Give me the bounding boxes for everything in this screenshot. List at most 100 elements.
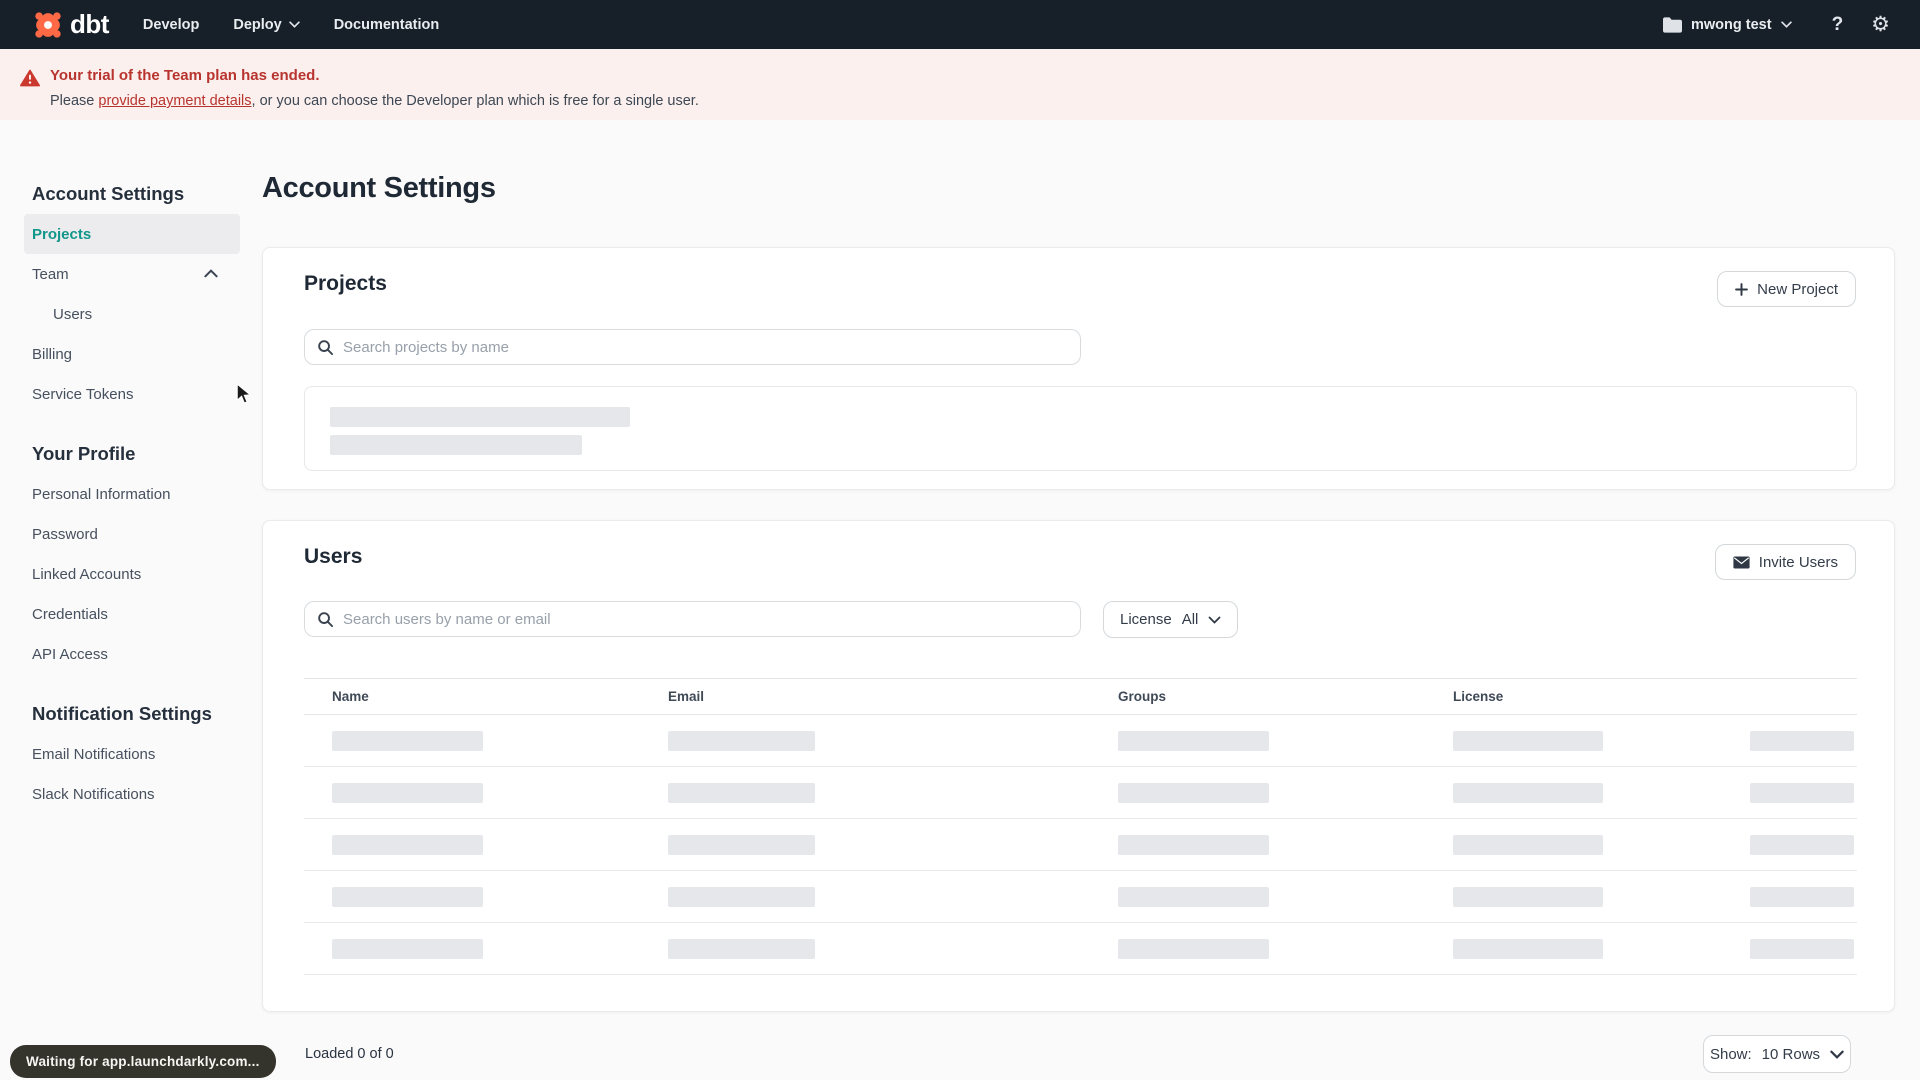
sidebar-heading-your-profile: Your Profile [32,443,136,464]
rows-per-page-dropdown[interactable]: Show: 10 Rows [1703,1035,1851,1073]
skeleton-bar [330,407,630,427]
nav-item-deploy[interactable]: Deploy [233,16,300,33]
chevron-down-icon [288,21,300,28]
skeleton-bar [1453,834,1603,855]
sidebar-heading-notification-settings: Notification Settings [32,703,212,724]
settings-sidebar: Account Settings Projects Team Users Bil… [24,174,240,814]
sidebar-item-team[interactable]: Team [24,254,240,294]
skeleton-bar [1750,730,1854,751]
gear-icon[interactable]: ⚙ [1871,14,1890,35]
table-row-skeleton [304,819,1857,871]
rows-per-page-label: Show: [1709,1045,1752,1063]
skeleton-bar [1118,730,1269,751]
sidebar-item-api-access[interactable]: API Access [24,634,240,674]
nav-item-label: Develop [142,16,200,33]
skeleton-bar [332,834,483,855]
skeleton-bar [1453,730,1603,751]
brand-name: dbt [70,9,109,39]
skeleton-bar [1750,834,1854,855]
invite-users-button-label: Invite Users [1758,553,1838,571]
col-header-groups: Groups [1118,689,1167,704]
skeleton-bar [1453,886,1603,907]
skeleton-bar [668,730,815,751]
folder-icon [1663,16,1682,33]
skeleton-bar [1750,886,1854,907]
banner-body: Please provide payment details, or you c… [50,93,699,109]
rows-per-page-value: 10 Rows [1761,1045,1821,1063]
chevron-down-icon [1830,1050,1844,1059]
projects-heading: Projects [304,272,387,295]
sidebar-item-linked-accounts[interactable]: Linked Accounts [24,554,240,594]
table-row-skeleton [304,767,1857,819]
account-switcher[interactable]: mwong test [1663,17,1792,33]
col-header-license: License [1453,689,1504,704]
nav-item-label: Deploy [233,16,282,33]
new-project-button-label: New Project [1757,280,1838,298]
account-name: mwong test [1691,16,1772,33]
banner-title: Your trial of the Team plan has ended. [50,67,320,84]
skeleton-bar [668,886,815,907]
license-filter-value: All [1181,611,1199,628]
nav-item-label: Documentation [333,16,440,33]
plus-icon [1735,282,1749,296]
sidebar-item-label: Team [32,265,69,283]
projects-loading-placeholder [304,386,1857,471]
help-icon[interactable]: ? [1832,14,1844,36]
sidebar-item-credentials[interactable]: Credentials [24,594,240,634]
users-table-header-row: Name Email Groups License [304,678,1857,715]
users-card: Users Invite Users License All Name Emai… [262,520,1895,1012]
skeleton-bar [668,782,815,803]
skeleton-bar [332,938,483,959]
skeleton-bar [1118,938,1269,959]
projects-search-box [304,329,1081,365]
skeleton-bar [668,834,815,855]
skeleton-bar [332,730,483,751]
sidebar-item-password[interactable]: Password [24,514,240,554]
skeleton-bar [1118,886,1269,907]
trial-ended-banner: Your trial of the Team plan has ended. P… [0,49,1920,120]
provide-payment-details-link[interactable]: provide payment details [98,93,251,109]
invite-users-button[interactable]: Invite Users [1714,544,1856,580]
table-row-skeleton [304,923,1857,975]
license-filter-dropdown[interactable]: License All [1103,601,1239,638]
dbt-logo[interactable]: dbt [33,9,109,40]
sidebar-item-billing[interactable]: Billing [24,334,240,374]
projects-search-input[interactable] [343,338,1068,356]
banner-body-prefix: Please [50,93,99,109]
sidebar-item-email-notifications[interactable]: Email Notifications [24,734,240,774]
sidebar-item-personal-information[interactable]: Personal Information [24,474,240,514]
sidebar-item-service-tokens[interactable]: Service Tokens [24,374,240,414]
skeleton-bar [1750,782,1854,803]
skeleton-bar [332,886,483,907]
search-icon [317,611,334,628]
new-project-button[interactable]: New Project [1717,271,1856,307]
sidebar-item-users[interactable]: Users [24,294,240,334]
nav-item-develop[interactable]: Develop [143,17,199,33]
table-row-skeleton [304,871,1857,923]
users-search-input[interactable] [343,610,1068,628]
skeleton-bar [1118,782,1269,803]
loaded-count: Loaded 0 of 0 [305,1046,394,1062]
license-filter-label: License [1120,611,1172,628]
users-search-box [304,601,1081,637]
nav-item-documentation[interactable]: Documentation [334,17,440,33]
projects-card: Projects New Project [262,247,1895,490]
users-table: Name Email Groups License [304,678,1857,975]
sidebar-item-slack-notifications[interactable]: Slack Notifications [24,774,240,814]
skeleton-bar [330,435,582,455]
skeleton-bar [332,782,483,803]
chevron-down-icon [1208,616,1221,624]
search-icon [317,339,334,356]
sidebar-item-projects[interactable]: Projects [24,214,240,254]
sidebar-heading-account-settings: Account Settings [32,183,185,204]
users-heading: Users [304,545,363,568]
skeleton-bar [668,938,815,959]
browser-status-tooltip: Waiting for app.launchdarkly.com... [10,1045,276,1078]
chevron-down-icon [1780,21,1792,28]
top-nav: dbt Develop Deploy Documentation mwong t… [0,0,1920,49]
page-title: Account Settings [262,172,496,204]
chevron-up-icon[interactable] [204,269,218,278]
warning-icon [20,69,40,87]
envelope-icon [1733,556,1750,569]
table-row-skeleton [304,715,1857,767]
